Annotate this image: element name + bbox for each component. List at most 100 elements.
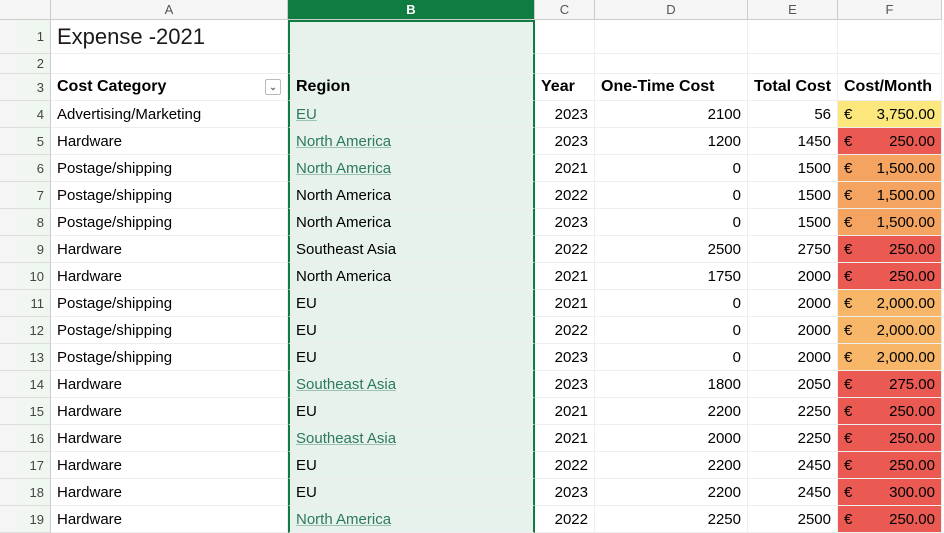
cell-cost-month[interactable]: €250.00: [838, 128, 942, 155]
header-one-time-cost[interactable]: One-Time Cost: [595, 74, 748, 101]
cell-one-time-cost[interactable]: 2200: [595, 479, 748, 506]
cell-one-time-cost[interactable]: 0: [595, 209, 748, 236]
cell-cost-month[interactable]: €1,500.00: [838, 182, 942, 209]
cell-region[interactable]: North America: [288, 155, 535, 182]
cell-cost-category[interactable]: Hardware: [51, 128, 288, 155]
cell-total-cost[interactable]: 2000: [748, 317, 838, 344]
row-header-6[interactable]: 6: [0, 155, 51, 182]
cell-region[interactable]: EU: [288, 452, 535, 479]
row-header-15[interactable]: 15: [0, 398, 51, 425]
cell-year[interactable]: 2021: [535, 425, 595, 452]
cell-total-cost[interactable]: 1450: [748, 128, 838, 155]
cell-region[interactable]: North America: [288, 182, 535, 209]
cell-empty-r2-2[interactable]: [748, 54, 838, 74]
cell-year[interactable]: 2023: [535, 128, 595, 155]
cell-cost-category[interactable]: Hardware: [51, 371, 288, 398]
cell-cost-month[interactable]: €3,750.00: [838, 101, 942, 128]
cell-year[interactable]: 2021: [535, 263, 595, 290]
filter-dropdown-icon[interactable]: ⌄: [265, 79, 281, 95]
region-text[interactable]: Southeast Asia: [296, 431, 396, 446]
cell-one-time-cost[interactable]: 1800: [595, 371, 748, 398]
cell-region[interactable]: EU: [288, 317, 535, 344]
cell-cost-month[interactable]: €2,000.00: [838, 290, 942, 317]
row-header-11[interactable]: 11: [0, 290, 51, 317]
col-header-A[interactable]: A: [51, 0, 288, 20]
cell-one-time-cost[interactable]: 1200: [595, 128, 748, 155]
cell-year[interactable]: 2022: [535, 236, 595, 263]
cell-one-time-cost[interactable]: 0: [595, 317, 748, 344]
row-header-8[interactable]: 8: [0, 209, 51, 236]
row-header-17[interactable]: 17: [0, 452, 51, 479]
cell-year[interactable]: 2023: [535, 371, 595, 398]
cell-cost-month[interactable]: €275.00: [838, 371, 942, 398]
cell-total-cost[interactable]: 1500: [748, 182, 838, 209]
cell-one-time-cost[interactable]: 2250: [595, 506, 748, 533]
cell-cost-month[interactable]: €2,000.00: [838, 344, 942, 371]
header-region[interactable]: Region: [288, 74, 535, 101]
cell-year[interactable]: 2023: [535, 209, 595, 236]
cell-year[interactable]: 2022: [535, 182, 595, 209]
header-year[interactable]: Year: [535, 74, 595, 101]
cell-year[interactable]: 2023: [535, 479, 595, 506]
row-header-7[interactable]: 7: [0, 182, 51, 209]
cell-year[interactable]: 2021: [535, 398, 595, 425]
cell-cost-category[interactable]: Hardware: [51, 479, 288, 506]
cell-empty-r2-0[interactable]: [535, 54, 595, 74]
cell-total-cost[interactable]: 2750: [748, 236, 838, 263]
cell-region[interactable]: North America: [288, 263, 535, 290]
cell-total-cost[interactable]: 1500: [748, 209, 838, 236]
cell-cost-month[interactable]: €250.00: [838, 425, 942, 452]
row-header-13[interactable]: 13: [0, 344, 51, 371]
cell-cost-category[interactable]: Hardware: [51, 425, 288, 452]
cell-region[interactable]: North America: [288, 209, 535, 236]
cell-cost-category[interactable]: Hardware: [51, 452, 288, 479]
cell-one-time-cost[interactable]: 0: [595, 344, 748, 371]
cell-empty-r1-1[interactable]: [595, 20, 748, 54]
cell-cost-month[interactable]: €2,000.00: [838, 317, 942, 344]
cell-year[interactable]: 2022: [535, 452, 595, 479]
select-all-corner[interactable]: [0, 0, 51, 20]
cell-total-cost[interactable]: 2000: [748, 263, 838, 290]
cell-cost-category[interactable]: Hardware: [51, 263, 288, 290]
cell-cost-category[interactable]: Hardware: [51, 506, 288, 533]
col-header-D[interactable]: D: [595, 0, 748, 20]
col-header-C[interactable]: C: [535, 0, 595, 20]
cell-empty-r1-0[interactable]: [535, 20, 595, 54]
cell-total-cost[interactable]: 2500: [748, 506, 838, 533]
cell-cost-category[interactable]: Postage/shipping: [51, 155, 288, 182]
cell-B2[interactable]: [288, 54, 535, 74]
cell-total-cost[interactable]: 2250: [748, 398, 838, 425]
cell-total-cost[interactable]: 1500: [748, 155, 838, 182]
cell-total-cost[interactable]: 2050: [748, 371, 838, 398]
cell-cost-month[interactable]: €1,500.00: [838, 155, 942, 182]
cell-cost-month[interactable]: €250.00: [838, 263, 942, 290]
cell-B1[interactable]: [288, 20, 535, 54]
region-text[interactable]: North America: [296, 512, 391, 527]
cell-year[interactable]: 2021: [535, 290, 595, 317]
cell-year[interactable]: 2021: [535, 155, 595, 182]
cell-cost-category[interactable]: Advertising/Marketing: [51, 101, 288, 128]
cell-region[interactable]: Southeast Asia: [288, 425, 535, 452]
cell-one-time-cost[interactable]: 2500: [595, 236, 748, 263]
cell-region[interactable]: EU: [288, 290, 535, 317]
cell-empty-r1-2[interactable]: [748, 20, 838, 54]
cell-region[interactable]: EU: [288, 344, 535, 371]
cell-one-time-cost[interactable]: 0: [595, 155, 748, 182]
cell-region[interactable]: North America: [288, 506, 535, 533]
cell-total-cost[interactable]: 2450: [748, 452, 838, 479]
cell-cost-month[interactable]: €250.00: [838, 452, 942, 479]
cell-cost-category[interactable]: Postage/shipping: [51, 182, 288, 209]
col-header-F[interactable]: F: [838, 0, 942, 20]
cell-cost-category[interactable]: Postage/shipping: [51, 317, 288, 344]
cell-total-cost[interactable]: 2000: [748, 290, 838, 317]
row-header-12[interactable]: 12: [0, 317, 51, 344]
cell-total-cost[interactable]: 2250: [748, 425, 838, 452]
cell-cost-category[interactable]: Postage/shipping: [51, 344, 288, 371]
col-header-B[interactable]: B: [288, 0, 535, 20]
cell-one-time-cost[interactable]: 2100: [595, 101, 748, 128]
cell-region[interactable]: Southeast Asia: [288, 371, 535, 398]
cell-one-time-cost[interactable]: 0: [595, 182, 748, 209]
row-header-18[interactable]: 18: [0, 479, 51, 506]
row-header-9[interactable]: 9: [0, 236, 51, 263]
cell-cost-month[interactable]: €250.00: [838, 236, 942, 263]
